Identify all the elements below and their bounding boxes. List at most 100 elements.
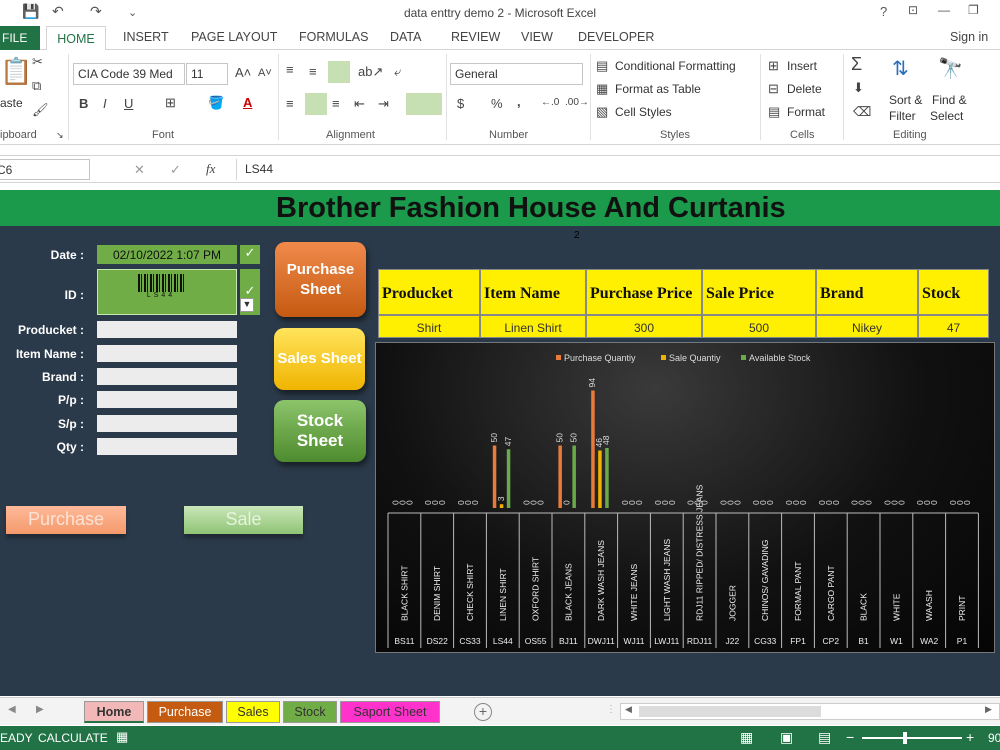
conditional-formatting-icon[interactable]: ▤	[596, 58, 608, 74]
increase-font-icon[interactable]: A˄	[235, 65, 251, 80]
sale-button[interactable]: Sale	[184, 506, 303, 534]
scroll-thumb[interactable]	[639, 706, 821, 717]
producket-field[interactable]	[97, 321, 237, 338]
date-field[interactable]: 02/10/2022 1:07 PM	[97, 245, 237, 264]
format-cells-button[interactable]: Format	[787, 105, 825, 119]
format-painter-icon[interactable]: 🖌	[32, 102, 49, 118]
percent-button[interactable]: %	[491, 96, 503, 111]
tab-view[interactable]: VIEW	[521, 30, 553, 44]
sheet-tab-sales[interactable]: Sales	[226, 701, 280, 723]
increase-indent-icon[interactable]: ⇥	[378, 96, 389, 112]
restore-icon[interactable]: ❐	[968, 3, 979, 17]
cut-icon[interactable]: ✂	[32, 54, 43, 70]
name-box[interactable]: C6	[0, 159, 90, 180]
font-color-icon[interactable]: A	[243, 95, 252, 110]
qty-field[interactable]	[97, 438, 237, 455]
normal-view-icon[interactable]: ▦	[740, 729, 753, 746]
borders-icon[interactable]: ⊞	[165, 95, 176, 111]
formula-input[interactable]: LS44	[236, 159, 1000, 180]
clear-icon[interactable]: ⌫	[853, 104, 871, 120]
stock-sheet-button[interactable]: Stock Sheet	[274, 400, 366, 462]
align-bottom-button[interactable]	[328, 61, 350, 83]
sort-label-2[interactable]: Filter	[889, 109, 916, 123]
cancel-icon[interactable]: ✕	[134, 162, 145, 178]
id-field[interactable]: LS44	[97, 269, 237, 315]
fill-color-icon[interactable]: 🪣	[208, 95, 224, 111]
sp-field[interactable]	[97, 415, 237, 432]
brand-field[interactable]	[97, 368, 237, 385]
sheet-tab-home[interactable]: Home	[84, 701, 144, 723]
find-label-1[interactable]: Find &	[932, 93, 967, 107]
purchase-button[interactable]: Purchase	[6, 506, 126, 534]
page-layout-view-icon[interactable]: ▣	[780, 729, 793, 746]
insert-cells-icon[interactable]: ⊞	[768, 58, 779, 74]
enter-icon[interactable]: ✓	[170, 162, 181, 178]
cell-styles-button[interactable]: Cell Styles	[615, 105, 672, 119]
ribbon-display-icon[interactable]: ⊡	[908, 3, 918, 17]
item-name-field[interactable]	[97, 345, 237, 362]
tab-insert[interactable]: INSERT	[123, 30, 169, 44]
fill-icon[interactable]: ⬇	[853, 80, 864, 96]
decrease-font-icon[interactable]: A˅	[258, 67, 272, 79]
copy-icon[interactable]: ⧉	[32, 78, 41, 94]
align-right-icon[interactable]: ≡	[332, 96, 340, 111]
help-button[interactable]: ?	[880, 4, 887, 19]
conditional-formatting-button[interactable]: Conditional Formatting	[615, 59, 736, 73]
italic-button[interactable]: I	[103, 96, 107, 111]
zoom-in-icon[interactable]: +	[966, 729, 974, 745]
format-cells-icon[interactable]: ▤	[768, 104, 780, 120]
font-size-select[interactable]: 11	[186, 63, 228, 85]
find-select-icon[interactable]: 🔭	[938, 56, 963, 81]
underline-button[interactable]: U	[124, 96, 133, 111]
scroll-right-icon[interactable]: ▶	[985, 704, 992, 715]
status-calculate[interactable]: CALCULATE	[38, 731, 108, 745]
format-table-icon[interactable]: ▦	[596, 81, 608, 97]
currency-button[interactable]: $	[457, 96, 464, 111]
tab-formulas[interactable]: FORMULAS	[299, 30, 368, 44]
sort-filter-icon[interactable]: ⇅	[892, 56, 909, 81]
increase-decimal-icon[interactable]: ←.0	[541, 97, 559, 108]
align-middle-icon[interactable]: ≡	[309, 64, 317, 79]
decrease-indent-icon[interactable]: ⇤	[354, 96, 365, 112]
autosum-icon[interactable]: Σ	[851, 54, 862, 75]
date-check-icon[interactable]: ✓	[240, 245, 260, 264]
zoom-slider[interactable]	[862, 737, 962, 739]
align-center-button[interactable]	[305, 93, 327, 115]
align-top-icon[interactable]: ≡	[286, 62, 294, 77]
new-sheet-icon[interactable]: +	[474, 703, 492, 721]
pp-field[interactable]	[97, 391, 237, 408]
sheet-tab-purchase[interactable]: Purchase	[147, 701, 223, 723]
sign-in-link[interactable]: Sign in	[950, 30, 988, 44]
sheet-tab-stock[interactable]: Stock	[283, 701, 337, 723]
find-label-2[interactable]: Select	[930, 109, 963, 123]
number-format-select[interactable]: General	[450, 63, 583, 85]
clipboard-launcher-icon[interactable]: ↘	[56, 130, 64, 141]
dropdown-arrow-icon[interactable]: ▼	[240, 298, 254, 312]
minimize-icon[interactable]: —	[938, 3, 950, 17]
sales-sheet-button[interactable]: Sales Sheet	[274, 328, 365, 390]
delete-cells-button[interactable]: Delete	[787, 82, 822, 96]
format-as-table-button[interactable]: Format as Table	[615, 82, 701, 96]
tab-home[interactable]: HOME	[46, 26, 106, 51]
wrap-text-icon[interactable]: ⤶	[394, 64, 401, 80]
horizontal-scrollbar[interactable]: ◀ ▶	[620, 703, 1000, 720]
merge-center-button[interactable]	[406, 93, 442, 115]
scroll-left-icon[interactable]: ◀	[625, 704, 632, 715]
next-sheet-icon[interactable]: ▶	[36, 704, 44, 715]
stock-chart[interactable]: Purchase Quantiy Sale Quantiy Available St…	[375, 342, 995, 653]
tab-file[interactable]: FILE	[0, 26, 40, 50]
insert-function-button[interactable]: fx	[206, 161, 215, 177]
tab-page-layout[interactable]: PAGE LAYOUT	[191, 30, 277, 44]
align-left-icon[interactable]: ≡	[286, 96, 294, 111]
sort-label-1[interactable]: Sort &	[889, 93, 922, 107]
delete-cells-icon[interactable]: ⊟	[768, 81, 779, 97]
bold-button[interactable]: B	[79, 96, 88, 111]
decrease-decimal-icon[interactable]: .00→	[565, 97, 589, 108]
tab-review[interactable]: REVIEW	[451, 30, 500, 44]
zoom-slider-thumb[interactable]	[903, 732, 907, 744]
cell-styles-icon[interactable]: ▧	[596, 104, 608, 120]
tab-developer[interactable]: DEVELOPER	[578, 30, 654, 44]
font-name-select[interactable]: CIA Code 39 Med	[73, 63, 185, 85]
page-break-view-icon[interactable]: ▤	[818, 729, 831, 746]
prev-sheet-icon[interactable]: ◀	[8, 704, 16, 715]
